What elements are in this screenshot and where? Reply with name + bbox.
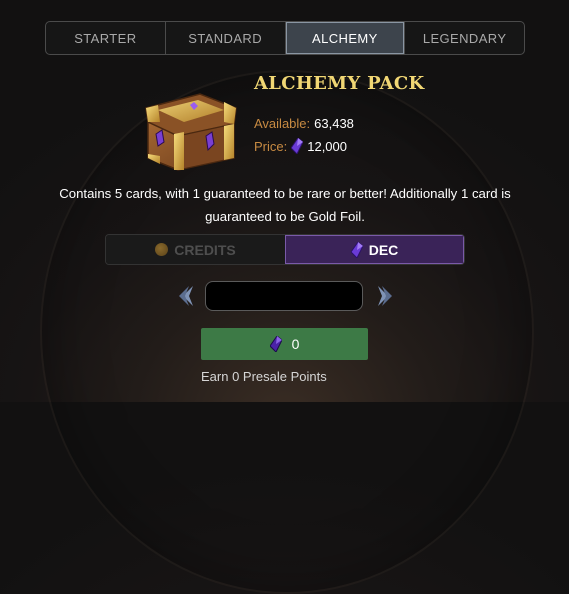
alchemy-chest-icon <box>145 93 237 171</box>
credits-label: CREDITS <box>174 241 236 258</box>
tab-label: LEGENDARY <box>422 30 507 46</box>
credits-coin-icon <box>155 243 169 256</box>
pack-title: ALCHEMY PACK <box>254 73 425 94</box>
price-row: Price: 12,000 <box>254 138 347 154</box>
tab-standard[interactable]: STANDARD <box>166 22 286 54</box>
pack-tabs: STARTER STANDARD ALCHEMY LEGENDARY <box>45 21 525 55</box>
increase-quantity-button[interactable] <box>374 283 396 309</box>
dec-gem-icon <box>269 336 282 352</box>
tab-starter[interactable]: STARTER <box>46 22 166 54</box>
dec-gem-icon <box>291 138 304 154</box>
price-label: Price: <box>254 138 288 154</box>
currency-toggle: CREDITS DEC <box>105 234 465 265</box>
dec-gem-icon <box>350 241 363 258</box>
available-value: 63,438 <box>314 116 354 131</box>
credits-button[interactable]: CREDITS <box>106 235 285 264</box>
tab-label: STANDARD <box>188 30 262 46</box>
tab-label: ALCHEMY <box>312 30 378 46</box>
buy-amount: 0 <box>291 336 300 352</box>
dec-button[interactable]: DEC <box>285 235 464 264</box>
dec-label: DEC <box>368 241 399 258</box>
buy-button[interactable]: 0 <box>201 328 368 360</box>
decrease-quantity-button[interactable] <box>175 283 197 309</box>
pack-description: Contains 5 cards, with 1 guaranteed to b… <box>59 186 511 224</box>
available-row: Available: 63,438 <box>254 116 354 131</box>
tab-label: STARTER <box>74 30 137 46</box>
available-label: Available: <box>254 116 311 131</box>
tab-alchemy[interactable]: ALCHEMY <box>285 22 406 54</box>
presale-points-text: Earn 0 Presale Points <box>201 369 327 384</box>
price-value: 12,000 <box>307 138 347 154</box>
tab-legendary[interactable]: LEGENDARY <box>405 22 524 54</box>
quantity-input[interactable] <box>205 281 363 311</box>
